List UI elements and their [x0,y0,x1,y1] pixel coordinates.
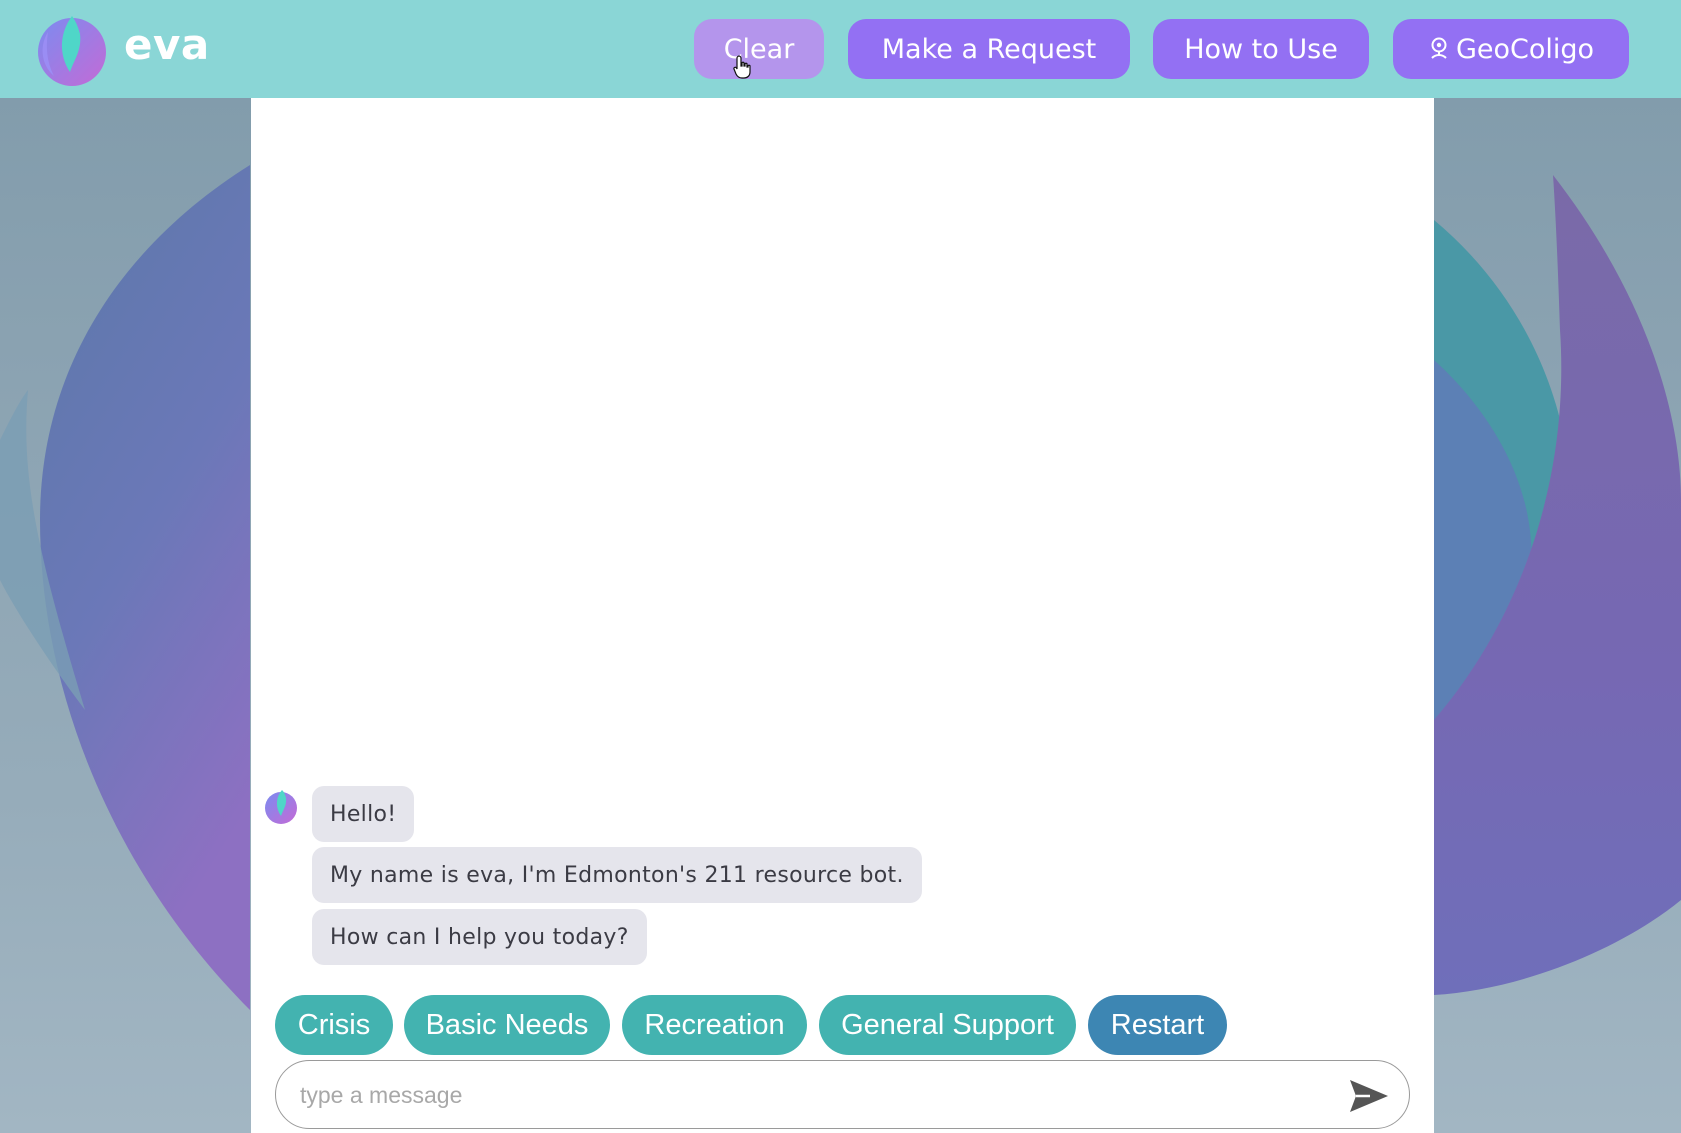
bot-message: My name is eva, I'm Edmonton's 211 resou… [312,847,922,903]
top-nav-bar: eva Clear Make a Request How to Use GeoC… [0,0,1681,98]
quick-reply-crisis[interactable]: Crisis [275,995,393,1055]
brand-name: eva [124,20,210,69]
message-input[interactable] [300,1075,1300,1115]
how-to-use-button[interactable]: How to Use [1153,19,1369,79]
message-composer [275,1060,1410,1129]
quick-reply-restart[interactable]: Restart [1088,995,1227,1055]
geocoligo-button[interactable]: GeoColigo [1393,19,1629,79]
chat-panel: Hello! My name is eva, I'm Edmonton's 21… [251,98,1434,1133]
clear-button[interactable]: Clear [694,19,824,79]
send-button[interactable] [1346,1077,1392,1115]
eva-flame-logo-icon[interactable] [30,10,112,88]
quick-reply-basic-needs[interactable]: Basic Needs [404,995,610,1055]
hand-pointer-cursor-icon [733,55,751,79]
quick-reply-recreation[interactable]: Recreation [622,995,807,1055]
bot-message: Hello! [312,786,415,842]
make-request-button[interactable]: Make a Request [848,19,1130,79]
geocoligo-label: GeoColigo [1455,33,1595,65]
location-pin-icon [1431,37,1447,59]
quick-reply-general-support[interactable]: General Support [819,995,1076,1055]
bot-message: How can I help you today? [312,909,647,965]
eva-flame-avatar-icon [265,790,297,824]
send-arrow-icon [1350,1080,1388,1112]
